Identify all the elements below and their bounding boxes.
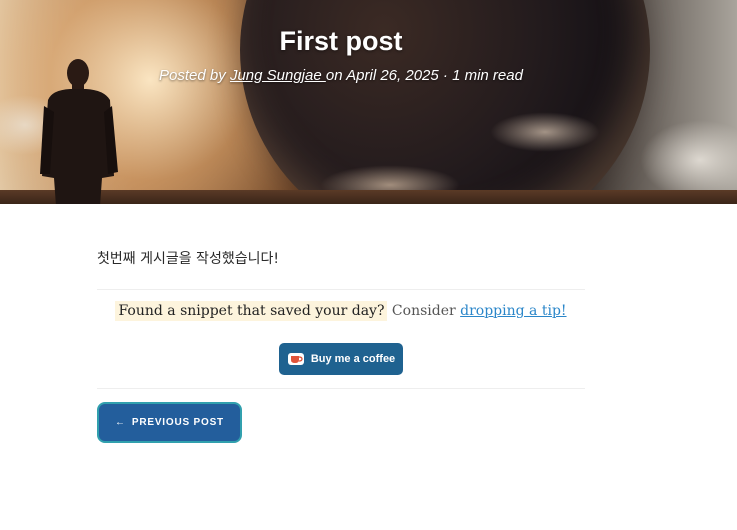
divider xyxy=(97,289,585,290)
previous-post-label: PREVIOUS POST xyxy=(131,417,224,428)
meta-separator: · xyxy=(438,67,453,84)
post-header: First post Posted by Jung Sungjae on Apr… xyxy=(0,0,737,204)
left-arrow-icon: ← xyxy=(115,417,126,428)
meta-prefix: Posted by xyxy=(159,67,230,84)
post-meta: Posted by Jung Sungjae on April 26, 2025… xyxy=(0,67,682,84)
post-body-text: 첫번째 게시글을 작성했습니다! xyxy=(97,251,279,267)
cloud xyxy=(490,112,600,152)
previous-post-button[interactable]: ← PREVIOUS POST xyxy=(97,402,242,443)
tip-link[interactable]: dropping a tip! xyxy=(460,303,566,319)
tip-prompt: Found a snippet that saved your day? Con… xyxy=(97,301,585,321)
post-date: on April 26, 2025 xyxy=(325,67,439,84)
post-content: 첫번째 게시글을 작성했습니다! xyxy=(97,248,585,268)
coffee-button-label: Buy me a coffee xyxy=(310,353,396,365)
buy-me-a-coffee-button[interactable]: Buy me a coffee xyxy=(279,343,403,375)
consider-text: Consider xyxy=(391,303,456,319)
post-title: First post xyxy=(279,26,403,56)
read-time: 1 min read xyxy=(452,67,523,84)
tip-highlight: Found a snippet that saved your day? xyxy=(115,301,388,321)
cloud xyxy=(640,120,737,200)
coffee-cup-icon xyxy=(287,353,304,365)
divider xyxy=(97,388,585,389)
author-link[interactable]: Jung Sungjae xyxy=(230,67,326,84)
